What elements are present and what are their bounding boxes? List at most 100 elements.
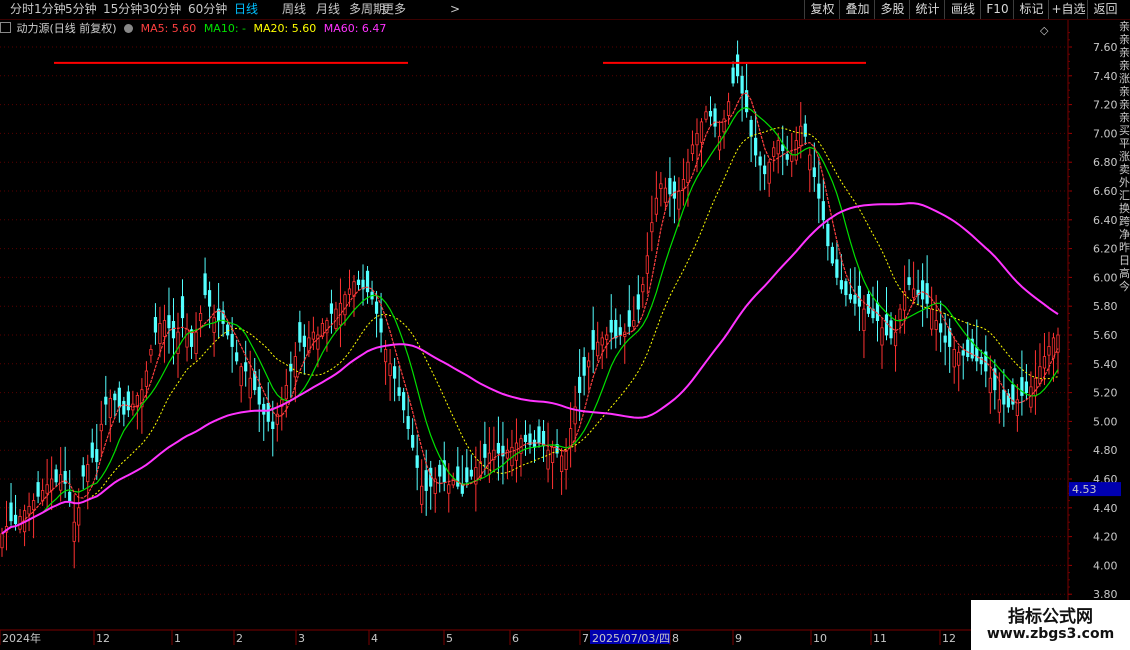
time-label: 2024年 xyxy=(2,631,41,645)
price-tick-label: 7.40 xyxy=(1093,70,1118,83)
price-tick-label: 5.40 xyxy=(1093,358,1118,371)
candle-body xyxy=(569,428,573,447)
candle-body xyxy=(767,161,771,184)
candle-body xyxy=(659,183,663,189)
candle-body xyxy=(144,370,149,387)
candle-body xyxy=(158,323,162,344)
candle-body xyxy=(731,67,735,84)
kline-chart[interactable]: 7.60 7.40 7.20 7.00 6.80 6.60 6.40 6.20 6.00 5.80… xyxy=(0,0,1130,650)
candle-body xyxy=(559,455,564,472)
price-tick-label: 7.00 xyxy=(1093,127,1118,140)
candle-body xyxy=(226,324,230,336)
candle-body xyxy=(591,330,595,350)
candle-body xyxy=(86,464,90,483)
candle-body xyxy=(257,386,261,405)
candle-body xyxy=(898,308,902,321)
price-tick-label: 4.00 xyxy=(1093,559,1118,572)
current-price-label: 4.53 xyxy=(1072,483,1097,496)
candle-body xyxy=(194,331,198,354)
candle-body xyxy=(875,302,880,321)
time-label: 10 xyxy=(813,632,827,645)
candle-body xyxy=(81,465,85,477)
candle-body xyxy=(293,356,297,378)
candle-body xyxy=(695,132,699,146)
candle-body xyxy=(397,387,401,396)
time-label: 6 xyxy=(512,632,519,645)
price-tick-label: 5.80 xyxy=(1093,300,1118,313)
candle-body xyxy=(790,154,794,162)
diamond-icon[interactable]: ◇ xyxy=(1040,24,1049,37)
candle-body xyxy=(438,464,442,477)
candle-body xyxy=(605,334,609,340)
candle-body xyxy=(853,295,857,304)
candle-body xyxy=(893,331,898,347)
candle-body xyxy=(374,301,379,314)
candle-body xyxy=(618,327,622,336)
candle-body xyxy=(546,449,550,470)
candle-body xyxy=(235,352,239,362)
candle-body xyxy=(122,401,126,415)
candle-body xyxy=(95,449,99,463)
candle-body xyxy=(171,321,176,339)
time-label: 12 xyxy=(942,632,956,645)
time-label: 2 xyxy=(236,632,243,645)
candle-body xyxy=(402,392,406,411)
candle-body xyxy=(456,466,460,487)
candle-body xyxy=(677,190,681,210)
candle-body xyxy=(627,310,631,327)
candle-body xyxy=(532,439,537,448)
candle-body xyxy=(839,280,843,290)
candle-body xyxy=(975,347,979,362)
candle-body xyxy=(45,484,49,494)
candle-body xyxy=(1006,393,1010,408)
candle-body xyxy=(866,293,871,314)
candle-body xyxy=(776,140,780,155)
candle-body xyxy=(857,285,862,307)
candle-body xyxy=(50,478,54,491)
candle-body xyxy=(1024,381,1029,393)
candle-body xyxy=(262,403,266,415)
candle-body xyxy=(420,485,424,505)
time-label: 1 xyxy=(174,632,181,645)
candle-body xyxy=(1002,389,1006,405)
candle-body xyxy=(207,290,212,307)
watermark-title: 指标公式网 xyxy=(1008,607,1093,627)
candle-body xyxy=(672,181,677,199)
candle-body xyxy=(772,147,776,157)
candle-body xyxy=(681,179,686,190)
candle-body xyxy=(302,335,306,347)
candle-body xyxy=(614,319,618,339)
candle-body xyxy=(957,351,961,366)
price-tick-label: 4.20 xyxy=(1093,531,1118,544)
candle-body xyxy=(167,315,171,329)
candle-body xyxy=(830,246,834,264)
candle-body xyxy=(537,426,541,444)
candle-body xyxy=(356,279,361,285)
candle-body xyxy=(939,323,943,333)
candle-body xyxy=(578,376,582,394)
candle-body xyxy=(162,320,167,337)
candle-body xyxy=(311,331,315,340)
candle-body xyxy=(465,467,469,483)
candle-body xyxy=(203,273,207,296)
candle-body xyxy=(149,348,153,356)
candle-body xyxy=(393,366,397,379)
candle-body xyxy=(1047,346,1051,356)
candle-body xyxy=(284,384,288,400)
candle-body xyxy=(735,54,740,77)
candle-body xyxy=(388,363,392,376)
candle-body xyxy=(383,348,388,363)
candle-body xyxy=(72,521,76,542)
candle-body xyxy=(993,368,997,391)
candle-body xyxy=(749,119,753,137)
price-tick-label: 6.80 xyxy=(1093,156,1118,169)
candle-body xyxy=(758,156,762,166)
candle-body xyxy=(298,322,302,343)
time-label: 8 xyxy=(672,632,679,645)
candle-body xyxy=(406,416,410,430)
time-label: 5 xyxy=(446,632,453,645)
candle-body xyxy=(523,434,528,442)
candle-body xyxy=(645,255,649,274)
candle-body xyxy=(636,294,640,310)
candle-body xyxy=(763,165,767,175)
